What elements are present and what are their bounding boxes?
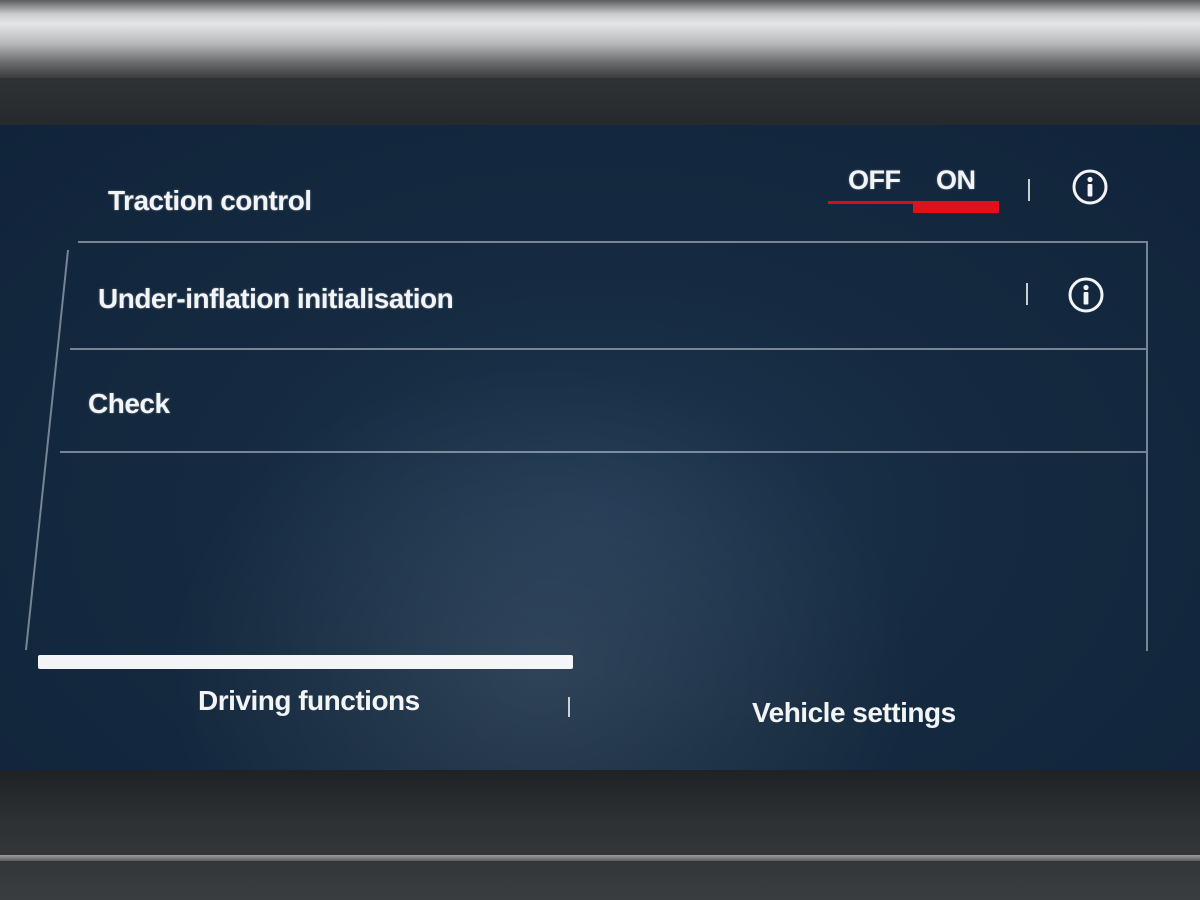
row-divider <box>60 451 1146 453</box>
dashboard-trim-top <box>0 0 1200 78</box>
info-icon[interactable] <box>1072 169 1108 205</box>
tab-separator <box>568 697 570 717</box>
tab-driving-functions[interactable]: Driving functions <box>198 685 420 717</box>
toggle-active-indicator <box>913 201 999 213</box>
setting-row-traction-control[interactable]: Traction control OFF ON <box>0 125 1200 240</box>
row-separator <box>1028 179 1030 201</box>
setting-row-under-inflation[interactable]: Under-inflation initialisation <box>0 243 1200 348</box>
tab-vehicle-settings[interactable]: Vehicle settings <box>752 697 956 729</box>
info-icon[interactable] <box>1068 277 1104 313</box>
setting-row-check[interactable]: Check <box>0 350 1200 450</box>
infotainment-screen: Traction control OFF ON Under-inflation … <box>0 125 1200 770</box>
traction-control-toggle[interactable]: OFF ON <box>828 165 1000 215</box>
active-tab-indicator <box>38 655 573 669</box>
dashboard-trim-bottom <box>0 855 1200 861</box>
list-frame-right <box>1146 241 1148 651</box>
setting-label-traction-control: Traction control <box>108 185 312 216</box>
setting-label-check: Check <box>88 388 170 419</box>
screen-bezel-bottom <box>0 770 1200 900</box>
setting-label-under-inflation: Under-inflation initialisation <box>98 283 454 314</box>
toggle-off-option[interactable]: OFF <box>848 165 901 196</box>
row-separator <box>1026 283 1028 305</box>
toggle-on-option[interactable]: ON <box>936 165 976 196</box>
